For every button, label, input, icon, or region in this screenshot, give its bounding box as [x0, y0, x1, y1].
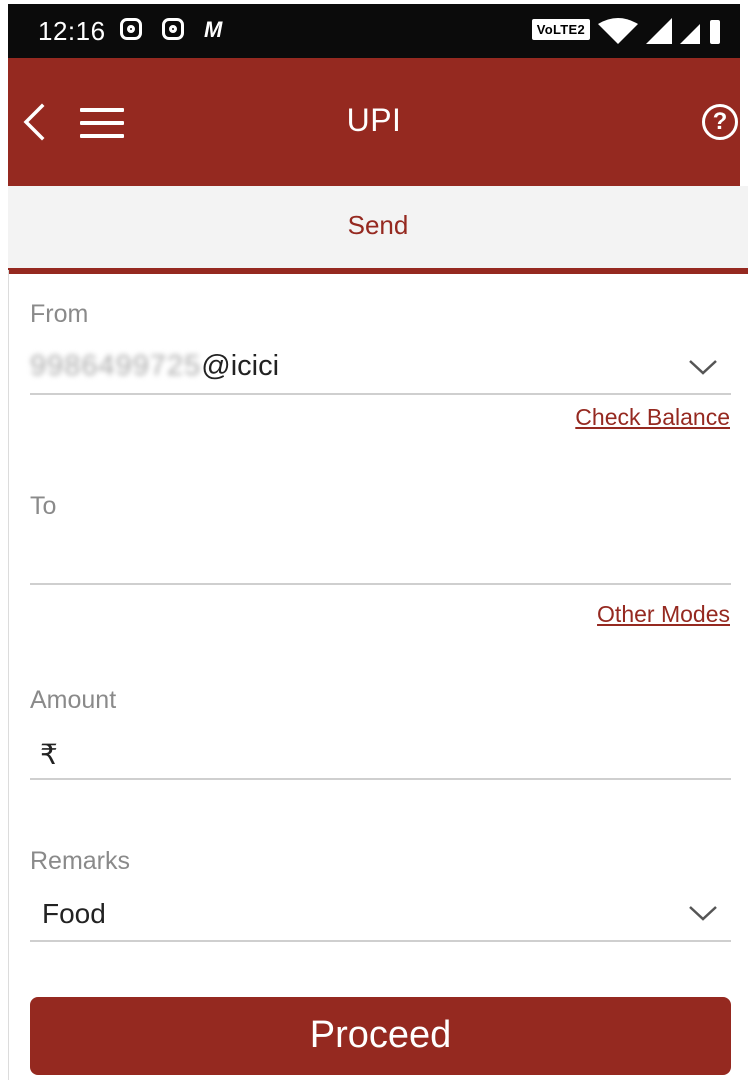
- remarks-value: Food: [42, 898, 106, 929]
- amount-label: Amount: [30, 686, 117, 714]
- amount-input[interactable]: [30, 728, 731, 780]
- signal-icon: [646, 18, 672, 44]
- from-account-value: 9986499725@icici: [30, 350, 279, 383]
- check-balance-link[interactable]: Check Balance: [575, 404, 730, 431]
- battery-icon: [710, 20, 720, 44]
- wifi-icon: [598, 18, 638, 44]
- to-input[interactable]: [30, 530, 731, 586]
- masked-account-number: 9986499725: [30, 350, 202, 382]
- help-button[interactable]: ?: [702, 104, 738, 140]
- page-title: UPI: [346, 102, 402, 138]
- signal-icon: [680, 24, 700, 44]
- chevron-down-icon[interactable]: [688, 904, 718, 922]
- other-modes-link[interactable]: Other Modes: [597, 601, 730, 628]
- volte-badge: VoLTE2: [531, 19, 590, 40]
- vpa-suffix: @icici: [201, 350, 280, 382]
- to-underline: [30, 583, 731, 585]
- from-underline: [30, 393, 731, 395]
- to-label: To: [30, 492, 57, 520]
- chevron-down-icon[interactable]: [688, 358, 718, 376]
- remarks-select[interactable]: [30, 888, 731, 942]
- remarks-label: Remarks: [30, 847, 131, 875]
- tab-send[interactable]: Send: [8, 210, 748, 241]
- tab-strip: Send: [8, 186, 748, 274]
- divider: [8, 270, 9, 1080]
- from-label: From: [30, 300, 89, 328]
- amount-underline: [30, 778, 731, 780]
- instagram-icon: [120, 18, 142, 40]
- instagram-icon: [162, 18, 184, 40]
- proceed-button[interactable]: Proceed: [30, 997, 731, 1075]
- m-notification-icon: M: [204, 17, 223, 42]
- status-indicators: [598, 18, 720, 44]
- help-circle-icon: ?: [712, 108, 728, 135]
- remarks-underline: [30, 940, 731, 942]
- status-bar: 12:16 M VoLTE2: [8, 4, 740, 58]
- status-time: 12:16: [38, 16, 106, 46]
- app-bar: UPI ?: [8, 58, 740, 186]
